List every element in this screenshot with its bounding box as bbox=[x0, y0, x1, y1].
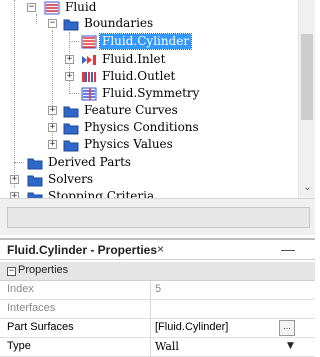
collapse-icon[interactable]: − bbox=[7, 267, 16, 276]
property-value[interactable]: [Fluid.Cylinder] bbox=[155, 321, 228, 333]
tree-item-fluid-inlet[interactable]: Fluid.Inlet bbox=[81, 51, 167, 68]
tree-item-fluid-outlet[interactable]: Fluid.Outlet bbox=[81, 68, 177, 85]
expand-toggle[interactable]: + bbox=[65, 72, 74, 81]
category-label: Properties bbox=[18, 264, 69, 276]
tree-item-label: Feature Curves bbox=[84, 103, 178, 117]
tree-item-label: Fluid bbox=[65, 0, 97, 14]
tree-item-label: Derived Parts bbox=[48, 155, 132, 169]
properties-tab-header: Fluid.Cylinder - Properties × — bbox=[0, 238, 315, 260]
tree-item-label: Fluid.Inlet bbox=[102, 52, 166, 66]
horizontal-scrollbar[interactable] bbox=[7, 207, 310, 228]
column-divider bbox=[150, 300, 151, 318]
tree-item-physics-values[interactable]: Physics Values bbox=[63, 136, 175, 153]
minimize-icon[interactable]: — bbox=[281, 241, 295, 257]
expand-toggle[interactable]: + bbox=[48, 140, 57, 149]
tree-item-fluid-cylinder[interactable]: Fluid.Cylinder bbox=[81, 33, 193, 50]
tree-item-label: Solvers bbox=[48, 172, 94, 186]
tree-item-fluid-symmetry[interactable]: Fluid.Symmetry bbox=[81, 85, 201, 102]
tree-item-label: Boundaries bbox=[84, 16, 154, 30]
folder-icon bbox=[27, 175, 43, 186]
chevron-down-icon[interactable]: ▼ bbox=[287, 341, 294, 351]
tree-item-label: Fluid.Cylinder bbox=[98, 33, 193, 50]
tree-horizontal-scroll-area bbox=[0, 198, 315, 235]
properties-panel: Fluid.Cylinder - Properties × — − Proper… bbox=[0, 238, 315, 357]
property-row-index: Index 5 bbox=[0, 281, 315, 300]
properties-title[interactable]: Fluid.Cylinder - Properties bbox=[7, 243, 157, 257]
column-divider bbox=[150, 319, 151, 337]
wall-boundary-icon bbox=[81, 35, 97, 48]
folder-icon bbox=[27, 158, 43, 169]
tree-item-derived-parts[interactable]: Derived Parts bbox=[27, 154, 133, 171]
tree-item-physics-conditions[interactable]: Physics Conditions bbox=[63, 119, 201, 136]
property-value: 5 bbox=[155, 283, 162, 295]
expand-toggle[interactable]: + bbox=[48, 106, 57, 115]
close-icon[interactable]: × bbox=[157, 242, 164, 256]
property-name: Part Surfaces bbox=[7, 321, 74, 333]
tree-connector bbox=[36, 14, 37, 24]
column-divider bbox=[150, 338, 151, 356]
scroll-down-arrow-icon[interactable]: ⌄ bbox=[299, 180, 315, 196]
tree-item-solvers[interactable]: Solvers bbox=[27, 171, 95, 188]
type-dropdown-value[interactable]: Wall bbox=[155, 340, 179, 353]
tree-connector bbox=[14, 0, 15, 188]
inlet-boundary-icon bbox=[82, 54, 96, 65]
symmetry-boundary-icon bbox=[81, 87, 97, 100]
tree-item-boundaries[interactable]: Boundaries bbox=[63, 15, 155, 32]
tree-item-feature-curves[interactable]: Feature Curves bbox=[63, 102, 180, 119]
expand-toggle[interactable]: + bbox=[65, 55, 74, 64]
collapse-toggle[interactable]: − bbox=[27, 3, 36, 12]
collapse-toggle[interactable]: − bbox=[48, 19, 57, 28]
tree-vertical-scrollbar[interactable]: ⌄ bbox=[298, 0, 315, 198]
column-divider bbox=[150, 281, 151, 299]
property-name: Interfaces bbox=[7, 302, 56, 314]
expand-toggle[interactable]: + bbox=[48, 123, 57, 132]
tree-connector bbox=[14, 162, 24, 163]
property-name: Type bbox=[7, 340, 31, 352]
property-row-interfaces: Interfaces bbox=[0, 300, 315, 319]
folder-icon bbox=[63, 106, 79, 117]
tree-item-label: Fluid.Symmetry bbox=[102, 86, 200, 100]
properties-category[interactable]: − Properties bbox=[0, 262, 315, 281]
edit-ellipsis-button[interactable]: ... bbox=[279, 320, 295, 336]
tree-connector bbox=[69, 41, 79, 42]
property-row-type[interactable]: Type Wall ▼ bbox=[0, 338, 315, 357]
expand-toggle[interactable]: + bbox=[10, 175, 19, 184]
scrollbar-thumb[interactable] bbox=[301, 34, 313, 120]
tree-item-label: Fluid.Outlet bbox=[102, 69, 176, 83]
tree-item-fluid[interactable]: Fluid bbox=[44, 0, 98, 16]
tree-connector bbox=[69, 93, 79, 94]
region-icon bbox=[44, 1, 60, 14]
tree-item-label: Physics Conditions bbox=[84, 120, 199, 134]
folder-icon bbox=[63, 123, 79, 134]
folder-icon bbox=[63, 19, 79, 30]
property-name: Index bbox=[7, 283, 34, 295]
property-row-part-surfaces[interactable]: Part Surfaces [Fluid.Cylinder] ... bbox=[0, 319, 315, 338]
outlet-boundary-icon bbox=[82, 71, 96, 82]
simulation-tree-panel: − Fluid − Boundaries Fluid.Cylinder + Fl… bbox=[0, 0, 315, 235]
folder-icon bbox=[63, 140, 79, 151]
tree-item-label: Physics Values bbox=[84, 137, 173, 151]
